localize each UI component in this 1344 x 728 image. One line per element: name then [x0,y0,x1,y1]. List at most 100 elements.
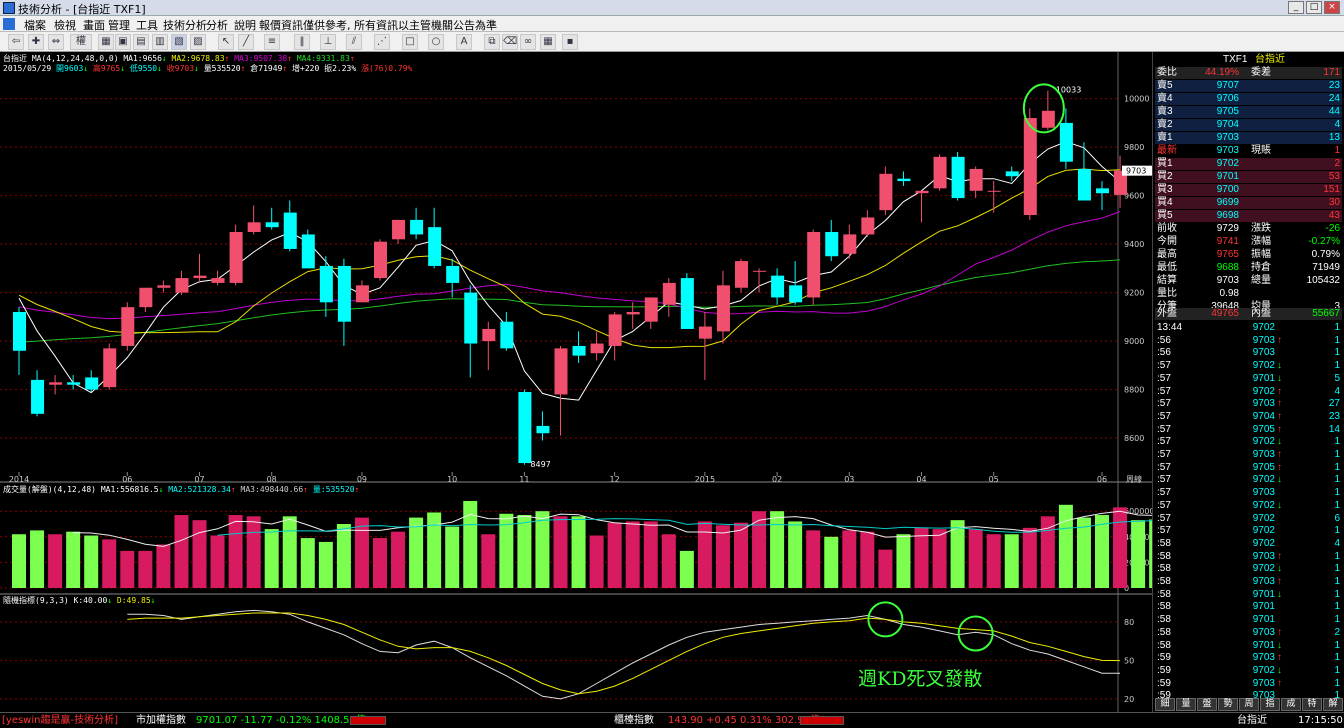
volume-bar [571,516,586,588]
quote-tab[interactable]: 解 [1323,698,1343,711]
back-icon[interactable]: ⇦ [8,34,24,50]
k-value: K:40.00 [73,596,108,605]
quote-tab[interactable]: 細 [1155,698,1175,711]
candle-body [1023,118,1037,216]
menu-file[interactable]: 檔案 [24,17,46,33]
candle-body [915,190,929,194]
ask-qty: 4 [1334,119,1340,130]
ma1-arrow: ↓ [161,54,167,63]
color-icon[interactable]: ▦ [98,34,114,50]
quote-tab[interactable]: 成 [1281,698,1301,711]
ma4-line [18,259,1121,343]
tick-price: 9701 [1252,639,1275,651]
stat-value-2: -26 [1325,223,1340,234]
chart-area[interactable]: 8600880090009200940096009800100000200000… [0,52,1152,712]
window-icon[interactable]: ▤ [133,34,149,50]
quote-tab[interactable]: 盤 [1197,698,1217,711]
candle-body [879,173,893,211]
hline-tool-icon[interactable]: ⊥ [320,34,336,50]
copy-icon[interactable]: ⧉ [484,34,500,50]
volume-bar [607,522,622,588]
menu-tools[interactable]: 工具 [136,17,158,33]
maximize-button[interactable]: □ [1306,1,1322,14]
tick-time: :57 [1157,372,1171,384]
stat-label-2: 振幅 [1251,249,1271,260]
rect-tool-icon[interactable]: □ [402,34,418,50]
status-otc-label: 櫃檯指數 [614,715,654,726]
save-icon[interactable]: ▪ [562,34,578,50]
candle-body [590,343,604,354]
fan-tool-icon[interactable]: ⫽ [346,34,362,50]
chart-icon[interactable]: ▣ [115,34,131,50]
quote-tab[interactable]: 周 [1239,698,1259,711]
stat-label: 今開 [1157,236,1177,247]
bars-tool-icon[interactable]: ‖ [294,34,310,50]
tick-row: :58 9703 ↑ 1 [1155,576,1342,588]
volume-bar [30,530,45,588]
tick-qty: 1 [1334,601,1340,613]
menu-analysis[interactable]: 分析 [206,17,228,33]
tick-qty: 1 [1334,576,1340,587]
menu-help[interactable]: 說明 [234,17,256,33]
candle-body [193,275,207,279]
line-tool-icon[interactable]: ╱ [238,34,254,50]
tick-row: :57 9702 1 [1155,525,1342,537]
tick-time: :59 [1157,677,1171,689]
tick-time: :57 [1157,436,1171,448]
bid-row: 買3 9700 151 [1155,184,1342,196]
volume-bar [806,530,821,588]
pointer-icon[interactable]: ↖ [218,34,234,50]
minimize-button[interactable]: _ [1288,1,1304,14]
kd-tick-label: 50 [1124,656,1134,665]
tick-row: :57 9701 ↓ 5 [1155,373,1342,385]
eraser-icon[interactable]: ⌫ [502,34,518,50]
text-tool-icon[interactable]: A [456,34,472,50]
tick-time: :59 [1157,652,1171,664]
quote-tab[interactable]: 指 [1260,698,1280,711]
x-tick-label: 10 [447,475,457,484]
link-icon[interactable]: ∞ [520,34,536,50]
tick-price: 9703 [1252,626,1275,638]
menu-screen[interactable]: 畫面 [83,17,105,33]
layout2-icon[interactable]: ▨ [190,34,206,50]
tick-arrow: ↑ [1277,410,1282,422]
tick-time: :57 [1157,461,1171,473]
price-tick-label: 8600 [1124,434,1144,443]
menu-view[interactable]: 檢視 [54,17,76,33]
window2-icon[interactable]: ▥ [152,34,168,50]
tick-time: :59 [1157,664,1171,676]
tick-qty: 1 [1334,487,1340,499]
chart-svg[interactable]: 8600880090009200940096009800100000200000… [0,52,1152,712]
cur-qty: 1 [1334,145,1340,156]
volume-bar [842,530,857,588]
menu-manage[interactable]: 管理 [108,17,130,33]
ellipse-tool-icon[interactable]: ○ [428,34,444,50]
status-time: 17:15:50 [1298,715,1343,726]
menu-technical[interactable]: 技術分析 [163,17,207,33]
candle-body [265,222,279,228]
tick-time: :57 [1157,423,1171,435]
app-menu-icon[interactable] [3,18,15,30]
quote-tab[interactable]: 量 [1176,698,1196,711]
tick-time: :57 [1157,512,1171,524]
quote-tab[interactable]: 勢 [1218,698,1238,711]
layout-icon[interactable]: ▧ [171,34,187,50]
price-tag: 9703 [1126,167,1146,176]
crosshair-icon[interactable]: ✚ [28,34,44,50]
close-button[interactable]: × [1324,1,1340,14]
fib-tool-icon[interactable]: ≡ [264,34,280,50]
grid-icon[interactable]: ▦ [540,34,556,50]
kd-annotation: 週KD死叉發散 [858,668,983,690]
candle-body [735,261,748,288]
volume-bar [318,541,333,588]
zoom-icon[interactable]: ⇔ [48,34,64,50]
volume-bar [968,529,983,588]
channel-tool-icon[interactable]: ⋰ [374,34,390,50]
volume-bar [932,529,947,588]
rights-dropdown[interactable]: 權 [70,34,92,50]
bid-qty: 53 [1328,171,1340,182]
quote-tab[interactable]: 特 [1302,698,1322,711]
x-tick-label: 09 [357,475,367,484]
tick-price: 9702 [1252,563,1275,575]
tick-qty: 1 [1334,614,1340,626]
